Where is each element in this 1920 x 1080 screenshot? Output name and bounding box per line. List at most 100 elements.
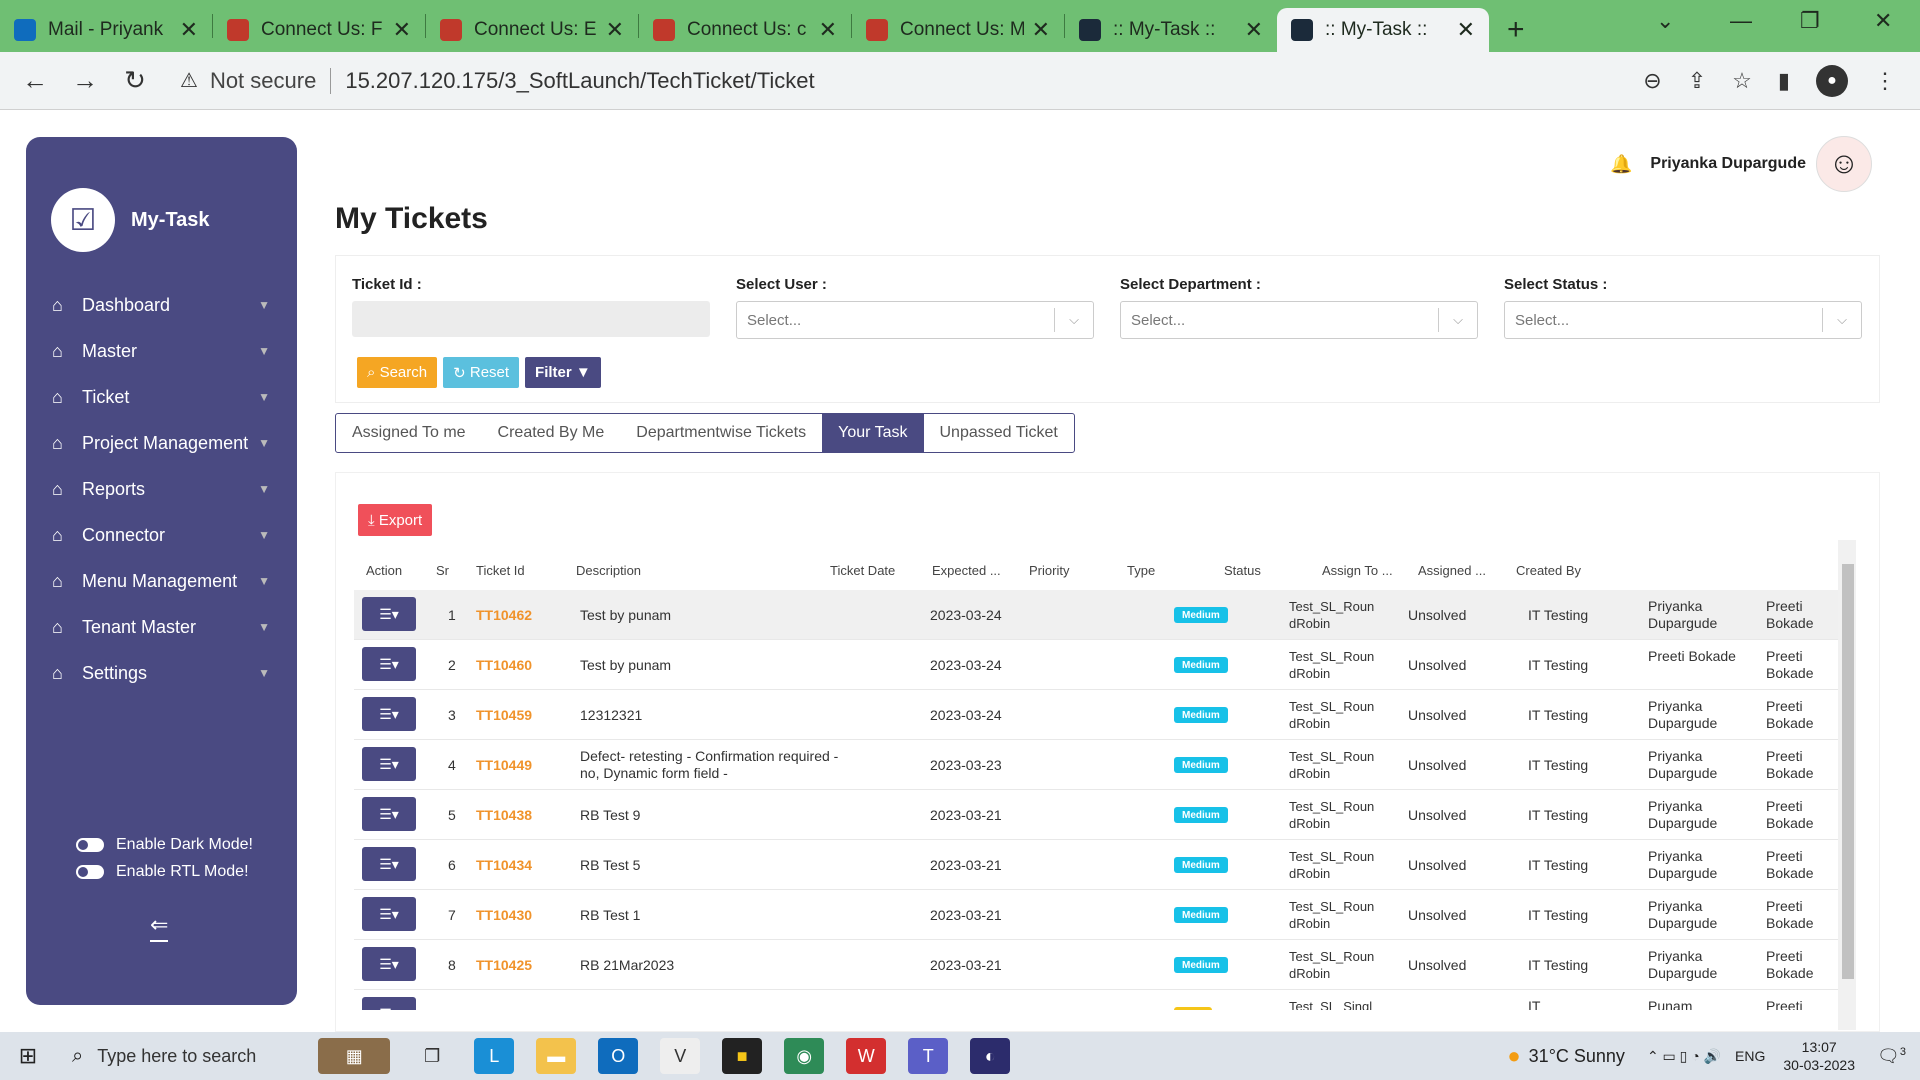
tab-departmentwise-tickets[interactable]: Departmentwise Tickets	[620, 414, 822, 452]
forward-icon[interactable]: →	[60, 65, 110, 96]
row-action-button[interactable]: ☰▾	[362, 847, 416, 881]
column-header[interactable]: Assigned ...	[1418, 563, 1486, 578]
dark-mode-toggle[interactable]: Enable Dark Mode!	[76, 836, 253, 854]
column-header[interactable]: Status	[1224, 563, 1261, 578]
close-tab-icon[interactable]: ✕	[1032, 17, 1050, 43]
column-header[interactable]: Expected ...	[932, 563, 1001, 578]
tab-assigned-to-me[interactable]: Assigned To me	[336, 414, 482, 452]
ticket-id-link[interactable]: TT10462	[476, 607, 532, 623]
sidebar-item-reports[interactable]: ⌂ Reports ▼	[26, 466, 297, 512]
table-row[interactable]: ☰▾ 1 TT10462 Test by punam 2023-03-24 Me…	[354, 590, 1854, 640]
table-row[interactable]: ☰▾ 6 TT10434 RB Test 5 2023-03-21 Medium…	[354, 840, 1854, 890]
rtl-mode-switch[interactable]	[76, 865, 104, 879]
side-panel-icon[interactable]: ▮	[1778, 68, 1790, 94]
sidebar-item-menu-management[interactable]: ⌂ Menu Management ▼	[26, 558, 297, 604]
ticket-id-link[interactable]: TT10449	[476, 757, 532, 773]
url-box[interactable]: ⚠ Not secure 15.207.120.175/3_SoftLaunch…	[180, 67, 1643, 94]
taskbar-search[interactable]: Type here to search	[97, 1046, 307, 1067]
back-icon[interactable]: ←	[10, 65, 60, 96]
outlook-icon[interactable]: O	[598, 1038, 639, 1074]
browser-tab[interactable]: :: My-Task :: ✕	[1065, 8, 1277, 52]
user-name[interactable]: Priyanka Dupargude	[1650, 155, 1806, 173]
close-tab-icon[interactable]: ✕	[819, 17, 837, 43]
close-tab-icon[interactable]: ✕	[393, 17, 411, 43]
column-header[interactable]: Action	[366, 563, 402, 578]
tab-created-by-me[interactable]: Created By Me	[482, 414, 621, 452]
column-header[interactable]: Type	[1127, 563, 1155, 578]
row-action-button[interactable]: ☰▾	[362, 797, 416, 831]
ticket-id-link[interactable]: TT10438	[476, 807, 532, 823]
bell-icon[interactable]: 🔔	[1610, 154, 1632, 175]
export-button[interactable]: ⤓ Export	[358, 504, 433, 536]
select-user-dropdown[interactable]: Select... ⌵	[736, 301, 1094, 339]
share-icon[interactable]: ⇪	[1688, 68, 1706, 94]
table-row[interactable]: ☰▾ 3 TT10459 12312321 2023-03-24 Medium …	[354, 690, 1854, 740]
row-action-button[interactable]: ☰▾	[362, 947, 416, 981]
sidebar-item-settings[interactable]: ⌂ Settings ▼	[26, 650, 297, 696]
row-action-button[interactable]: ☰▾	[362, 697, 416, 731]
row-action-button[interactable]: ☰▾	[362, 647, 416, 681]
user-avatar[interactable]: ☺	[1816, 136, 1872, 192]
sidebar-item-master[interactable]: ⌂ Master ▼	[26, 328, 297, 374]
table-row[interactable]: ☰▾ 9 TT10377 SL_16 2023-03-16 2023-03-18…	[354, 990, 1854, 1010]
ticket-id-link[interactable]: TT10430	[476, 907, 532, 923]
sticky-notes-icon[interactable]: ■	[722, 1038, 763, 1074]
filter-button[interactable]: Filter ▼	[525, 357, 601, 388]
search-button[interactable]: ⌕ Search	[357, 357, 438, 388]
minimize-icon[interactable]: —	[1730, 8, 1752, 34]
select-status-dropdown[interactable]: Select... ⌵	[1504, 301, 1862, 339]
ticket-id-link[interactable]: TT10459	[476, 707, 532, 723]
close-window-icon[interactable]: ✕	[1874, 8, 1892, 34]
row-action-button[interactable]: ☰▾	[362, 997, 416, 1010]
restore-icon[interactable]: ❐	[1800, 8, 1820, 34]
new-tab-icon[interactable]: +	[1507, 8, 1525, 52]
eclipse-icon[interactable]: ◐	[970, 1038, 1011, 1074]
select-department-dropdown[interactable]: Select... ⌵	[1120, 301, 1478, 339]
vnc-icon[interactable]: V	[660, 1038, 701, 1074]
zoom-icon[interactable]: ⊖	[1643, 68, 1661, 94]
ticket-id-link[interactable]: TT10377	[476, 1007, 532, 1010]
task-view-icon[interactable]: ❐	[412, 1038, 452, 1074]
close-tab-icon[interactable]: ✕	[606, 17, 624, 43]
table-row[interactable]: ☰▾ 8 TT10425 RB 21Mar2023 2023-03-21 Med…	[354, 940, 1854, 990]
news-widget-icon[interactable]: ▦	[318, 1038, 391, 1074]
collapse-sidebar-icon[interactable]: ⇐	[150, 912, 169, 942]
ticket-id-link[interactable]: TT10425	[476, 957, 532, 973]
row-action-button[interactable]: ☰▾	[362, 597, 416, 631]
close-tab-icon[interactable]: ✕	[1245, 17, 1263, 43]
ticket-id-link[interactable]: TT10460	[476, 657, 532, 673]
file-explorer-icon[interactable]: ▬	[536, 1038, 577, 1074]
close-tab-icon[interactable]: ✕	[180, 17, 198, 43]
menu-kebab-icon[interactable]: ⋮	[1874, 68, 1896, 94]
notification-icon[interactable]: 🗨3	[1877, 1046, 1906, 1067]
tab-your-task[interactable]: Your Task	[822, 414, 924, 452]
rtl-mode-toggle[interactable]: Enable RTL Mode!	[76, 863, 249, 881]
reset-button[interactable]: ↻ Reset	[443, 357, 520, 388]
column-header[interactable]: Ticket Id	[476, 563, 525, 578]
weather-text[interactable]: 31°C Sunny	[1529, 1046, 1625, 1067]
column-header[interactable]: Assign To ...	[1322, 563, 1393, 578]
teams-icon[interactable]: T	[908, 1038, 949, 1074]
column-header[interactable]: Sr	[436, 563, 449, 578]
browser-tab[interactable]: Connect Us: c ✕	[639, 8, 851, 52]
table-row[interactable]: ☰▾ 5 TT10438 RB Test 9 2023-03-21 Medium…	[354, 790, 1854, 840]
brand[interactable]: ☑ My-Task	[51, 188, 297, 252]
sidebar-item-tenant-master[interactable]: ⌂ Tenant Master ▼	[26, 604, 297, 650]
windows-start-icon[interactable]: ⊞	[0, 1043, 56, 1069]
reload-icon[interactable]: ↻	[110, 65, 160, 96]
browser-tab[interactable]: Connect Us: M ✕	[852, 8, 1064, 52]
dark-mode-switch[interactable]	[76, 838, 104, 852]
table-scrollbar[interactable]	[1838, 540, 1856, 1030]
ticket-id-link[interactable]: TT10434	[476, 857, 532, 873]
column-header[interactable]: Description	[576, 563, 641, 578]
table-row[interactable]: ☰▾ 4 TT10449 Defect- retesting - Confirm…	[354, 740, 1854, 790]
tray-icons[interactable]: ⌃ ▭ ▯ ◔ 🔊	[1647, 1048, 1721, 1065]
tab-search-icon[interactable]: ⌄	[1656, 8, 1674, 34]
language-indicator[interactable]: ENG	[1735, 1048, 1765, 1064]
chrome-icon[interactable]: ◉	[784, 1038, 825, 1074]
clock[interactable]: 13:07 30-03-2023	[1783, 1038, 1855, 1074]
sidebar-item-connector[interactable]: ⌂ Connector ▼	[26, 512, 297, 558]
bookmark-star-icon[interactable]: ☆	[1732, 68, 1752, 94]
sidebar-item-project-management[interactable]: ⌂ Project Management ▼	[26, 420, 297, 466]
browser-tab[interactable]: Connect Us: F ✕	[213, 8, 425, 52]
